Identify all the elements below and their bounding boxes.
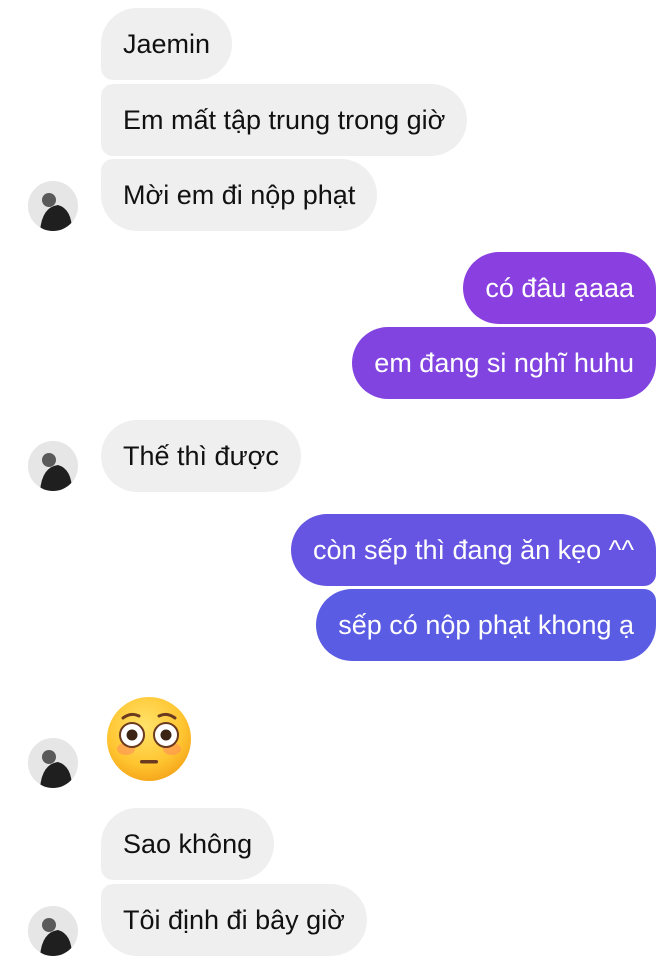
message-bubble-incoming[interactable]: Mời em đi nộp phạt <box>101 159 378 231</box>
message-bubble-incoming[interactable]: Em mất tập trung trong giờ <box>101 84 468 156</box>
message-bubble-outgoing[interactable]: em đang si nghĩ huhu <box>352 327 656 399</box>
flushed-face-icon <box>107 697 191 781</box>
message-bubble-incoming[interactable]: Thế thì được <box>101 420 301 492</box>
sender-avatar[interactable] <box>28 906 78 956</box>
message-bubble-outgoing[interactable]: có đâu ạaaa <box>463 252 656 324</box>
message-bubble-incoming[interactable]: Tôi định đi bây giờ <box>101 884 367 956</box>
sender-avatar[interactable] <box>28 181 78 231</box>
message-bubble-incoming[interactable]: Jaemin <box>101 8 233 80</box>
person-photo-icon <box>28 738 78 788</box>
emoji-message[interactable] <box>104 694 194 784</box>
message-bubble-incoming[interactable]: Sao không <box>101 808 275 880</box>
sender-avatar[interactable] <box>28 738 78 788</box>
person-photo-icon <box>28 181 78 231</box>
message-bubble-outgoing[interactable]: sếp có nộp phạt khong ạ <box>316 589 656 661</box>
person-photo-icon <box>28 906 78 956</box>
person-photo-icon <box>28 441 78 491</box>
message-bubble-outgoing[interactable]: còn sếp thì đang ăn kẹo ^^ <box>290 514 656 586</box>
sender-avatar[interactable] <box>28 441 78 491</box>
